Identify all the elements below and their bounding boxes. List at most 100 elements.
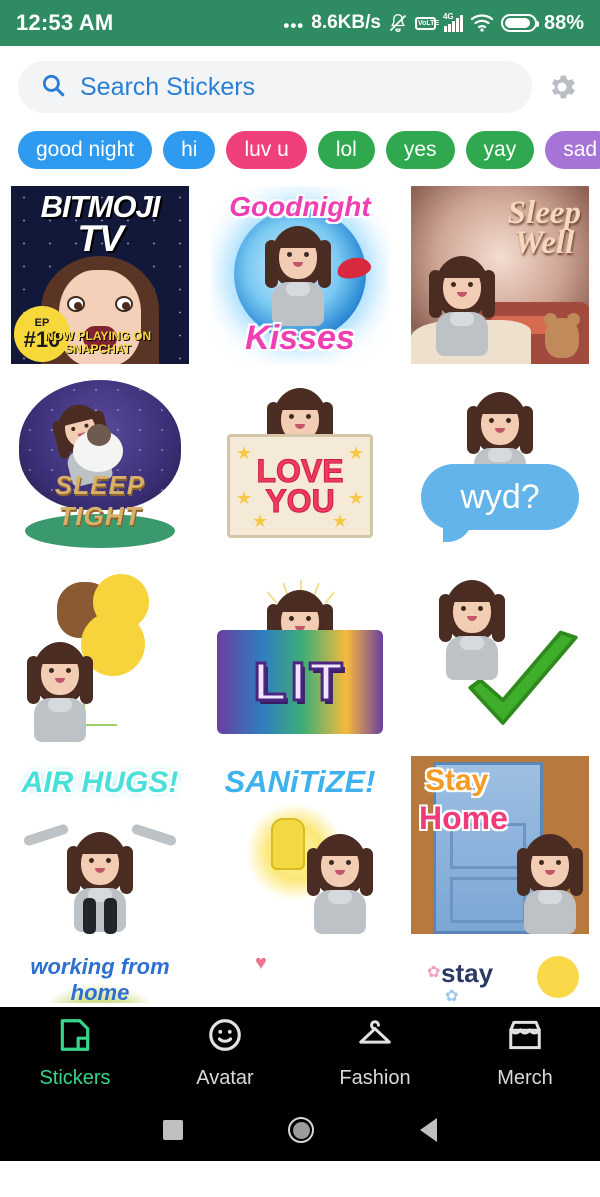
sticker-cell[interactable]: Sleep Well	[400, 180, 600, 370]
sticker-waving-bitmoji[interactable]: ♥	[211, 946, 389, 1007]
sun-icon	[537, 956, 579, 998]
sheep-icon	[73, 424, 123, 472]
search-row: Search Stickers	[0, 46, 600, 128]
nav-label-fashion: Fashion	[339, 1067, 411, 1089]
left-leg	[83, 898, 96, 934]
chip-yay[interactable]: yay	[465, 131, 535, 169]
sticker-air-hugs[interactable]: AIR HUGS!	[11, 756, 189, 934]
storefront-icon	[506, 1016, 544, 1059]
sticker-cell[interactable]: LIT	[200, 560, 400, 750]
hanger-icon	[356, 1016, 394, 1059]
sticker-cell[interactable]	[400, 560, 600, 750]
battery-percent-label: 88%	[543, 11, 584, 34]
sticker-cell[interactable]: SANiTiZE!	[200, 750, 400, 940]
sticker-lit[interactable]: LIT	[211, 566, 389, 744]
sticker-grid[interactable]: BITMOJI TV EP #10 NOW PLAYING ON SNAPCHA…	[0, 172, 600, 1007]
chip-sad[interactable]: sad	[545, 131, 600, 169]
triangle-back-icon[interactable]	[420, 1118, 438, 1142]
chip-lol[interactable]: lol	[317, 131, 375, 169]
sticker-cell[interactable]: wyd?	[400, 370, 600, 560]
nav-label-merch: Merch	[497, 1067, 553, 1089]
square-recents-icon[interactable]	[162, 1120, 183, 1140]
you-word: YOU	[265, 483, 335, 519]
sticker-cell[interactable]: LOVE YOU ★ ★ ★ ★ ★ ★	[200, 370, 400, 560]
sticker-title: BITMOJI TV	[11, 191, 189, 259]
sticker-cell[interactable]: stay ✿ ✿	[400, 940, 600, 1007]
bell-muted-icon	[388, 13, 408, 33]
search-icon	[40, 72, 66, 103]
sticker-wyd[interactable]: wyd?	[411, 376, 589, 554]
star-icon: ★	[347, 443, 364, 463]
sign-graphic: LOVE YOU ★ ★ ★ ★ ★ ★	[227, 434, 373, 538]
network-type-label: 4G	[442, 11, 454, 21]
home-word: Home	[419, 800, 508, 836]
search-input[interactable]: Search Stickers	[18, 61, 532, 113]
tv-word: TV	[77, 217, 123, 259]
now-playing-caption: NOW PLAYING ON SNAPCHAT	[44, 329, 152, 356]
sticker-cell[interactable]: Goodnight Kisses	[200, 180, 400, 370]
android-system-nav[interactable]	[0, 1099, 600, 1161]
sticker-bitmoji-tv[interactable]: BITMOJI TV EP #10 NOW PLAYING ON SNAPCHA…	[11, 186, 189, 364]
chip-yes[interactable]: yes	[385, 131, 455, 169]
nav-item-fashion[interactable]: Fashion	[300, 1016, 450, 1090]
bottom-navigation-bar[interactable]: Stickers Avatar Fashion Merch	[0, 1007, 600, 1099]
sticker-cell[interactable]: Stay Home	[400, 750, 600, 940]
sticker-sleep-tight[interactable]: SLEEP TIGHT	[11, 376, 189, 554]
sticker-working-from-home[interactable]: working from home	[11, 946, 189, 1007]
stay-word: Stay	[425, 764, 489, 797]
status-icons-group: ••• 8.6KB/s Vo LTE 4G 88%	[283, 11, 584, 36]
sticker-icon	[56, 1016, 94, 1059]
sticker-emoji-balloons[interactable]	[11, 566, 189, 744]
bitmoji-avatar	[65, 832, 135, 932]
signal-bar	[455, 17, 459, 32]
suggestion-chips-row[interactable]: good night hi luv u lol yes yay sad tha	[0, 128, 600, 172]
chip-luv-u[interactable]: luv u	[226, 131, 307, 169]
sticker-title: Sleep Well	[508, 196, 581, 262]
sticker-goodnight-kisses[interactable]: Goodnight Kisses	[211, 186, 389, 364]
bitmoji-avatar	[427, 256, 497, 356]
sticker-cell[interactable]: working from home	[0, 940, 200, 1007]
gear-icon[interactable]	[542, 67, 582, 107]
sticker-cell[interactable]: SLEEP TIGHT	[0, 370, 200, 560]
nav-label-stickers: Stickers	[39, 1067, 111, 1089]
chip-good-night[interactable]: good night	[18, 131, 153, 169]
network-dots-icon: •••	[283, 16, 305, 35]
sticker-sanitize[interactable]: SANiTiZE!	[211, 756, 389, 934]
sticker-stay-home[interactable]: Stay Home	[411, 756, 589, 934]
sticker-cell[interactable]: BITMOJI TV EP #10 NOW PLAYING ON SNAPCHA…	[0, 180, 200, 370]
sticker-sleep-well[interactable]: Sleep Well	[411, 186, 589, 364]
nav-item-stickers[interactable]: Stickers	[0, 1016, 150, 1090]
sticker-title: LIT	[217, 630, 383, 734]
chip-hi[interactable]: hi	[163, 131, 216, 169]
love-word: LOVE	[256, 452, 344, 489]
sticker-title: stay	[441, 958, 494, 988]
sticker-love-you[interactable]: LOVE YOU ★ ★ ★ ★ ★ ★	[211, 376, 389, 554]
well-word: Well	[514, 225, 575, 262]
search-placeholder: Search Stickers	[80, 72, 256, 101]
sticker-cell[interactable]	[0, 560, 200, 750]
yellow-glove-icon	[271, 818, 305, 870]
network-speed-label: 8.6KB/s	[311, 12, 381, 33]
volte-bottom-label: LTE	[426, 19, 440, 27]
sticker-green-check[interactable]	[411, 566, 589, 744]
nav-item-avatar[interactable]: Avatar	[150, 1016, 300, 1090]
sticker-stay-sunny[interactable]: stay ✿ ✿	[411, 946, 589, 1007]
signal-bar	[447, 23, 451, 32]
battery-fill	[504, 18, 530, 28]
sticker-title: AIR HUGS!	[21, 766, 179, 799]
speech-bubble: wyd?	[421, 464, 579, 542]
star-icon: ★	[236, 488, 253, 508]
sticker-cell[interactable]: ♥	[200, 940, 400, 1007]
heart-icon: ♥	[255, 952, 267, 974]
star-icon: ★	[331, 511, 348, 531]
flower-icon: ✿	[427, 964, 441, 981]
status-time: 12:53 AM	[16, 10, 114, 35]
star-icon: ★	[347, 488, 364, 508]
sticker-cell[interactable]: AIR HUGS!	[0, 750, 200, 940]
circle-home-icon[interactable]	[288, 1117, 315, 1143]
status-bar: 12:53 AM ••• 8.6KB/s Vo LTE 4G 88%	[0, 0, 600, 46]
nav-item-merch[interactable]: Merch	[450, 1016, 600, 1090]
signal-bar	[451, 20, 455, 32]
bitmoji-avatar	[515, 834, 585, 934]
volte-icon: Vo LTE	[414, 16, 440, 30]
